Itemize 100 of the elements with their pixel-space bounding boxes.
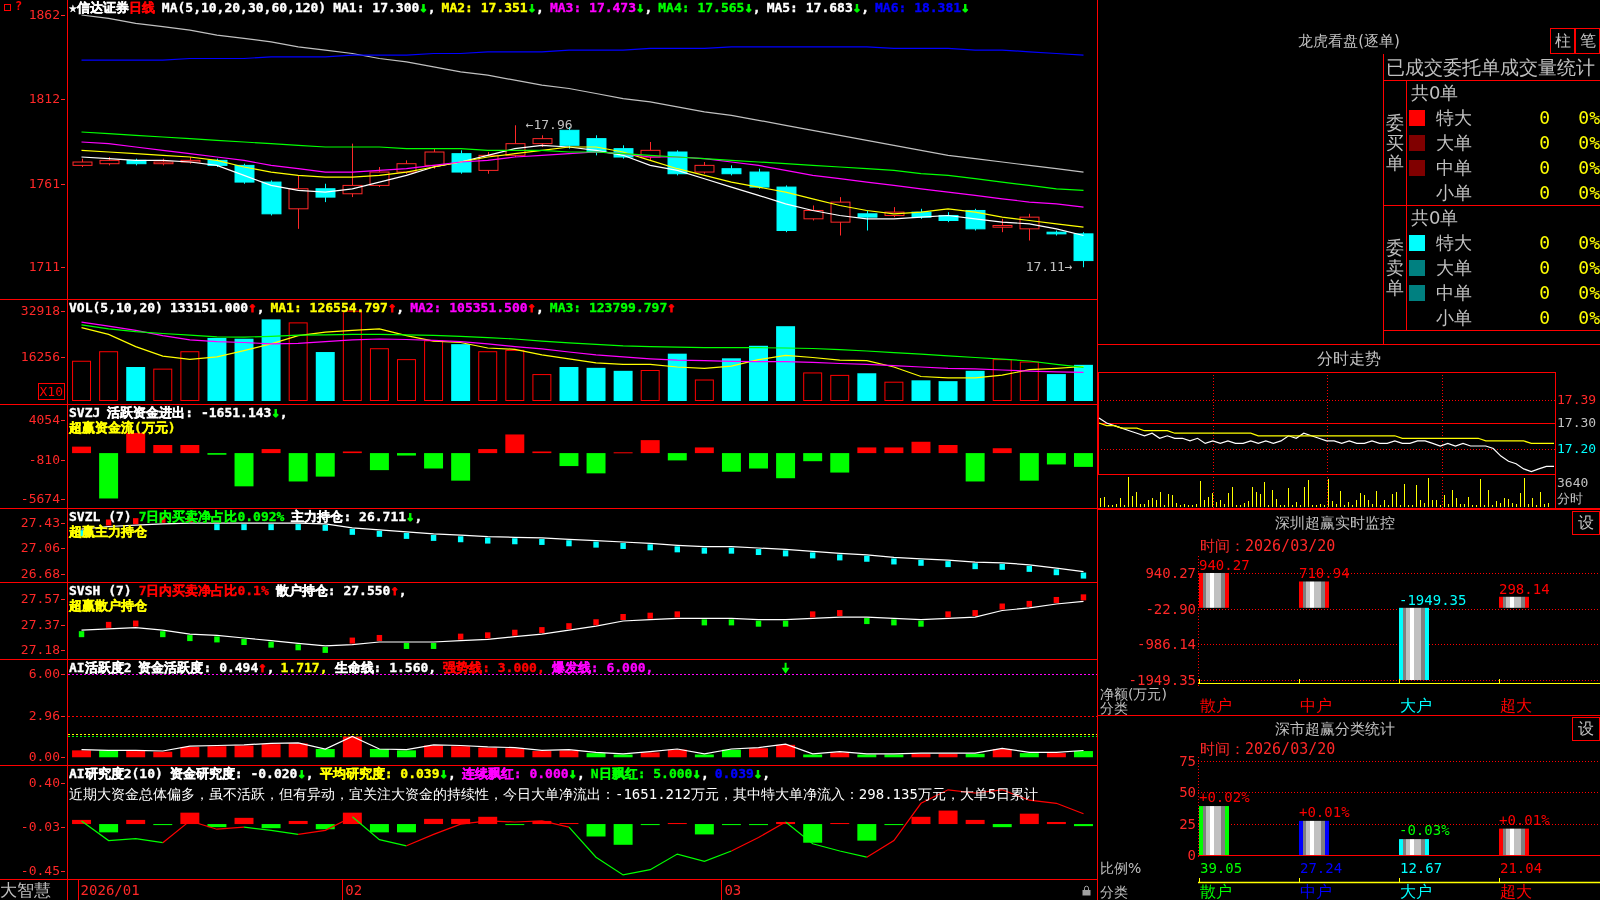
candlestick — [424, 148, 445, 170]
question-mark: ? — [15, 0, 23, 13]
trend-arrow: ↑ — [387, 300, 397, 315]
axis-label: -1949.35 — [1128, 673, 1196, 687]
trend-arrow: ↓ — [439, 766, 448, 781]
value-label: 12.67 — [1399, 859, 1444, 877]
comma-separator: , — [398, 583, 407, 598]
category-label: 散户 — [1199, 697, 1233, 715]
change-label: -0.03% — [1399, 822, 1450, 839]
indicator-label: MA3: 17.473 — [549, 0, 636, 15]
axis-label: 0.00 — [28, 749, 65, 766]
side-label: 委买单 — [1386, 113, 1404, 173]
candlestick — [830, 196, 851, 237]
unit-label: 分时 — [1557, 491, 1583, 507]
comma-separator: , — [256, 300, 265, 315]
value-label: 298.14 — [1499, 580, 1550, 597]
order-total: 共0单 — [1410, 206, 1460, 230]
trend-arrow: ↓ — [297, 766, 306, 781]
settings-button[interactable]: 设 — [1572, 511, 1600, 535]
timestamp-label: 时间：2026/03/20 — [1199, 741, 1337, 757]
candlestick — [207, 158, 228, 168]
comma-separator: , — [644, 0, 653, 15]
indicator-label: 生命线: 1.560, — [334, 660, 437, 675]
bar — [1199, 573, 1229, 608]
order-count: 0 — [1538, 132, 1550, 153]
category-label: 中户 — [1299, 697, 1333, 715]
indicator-label: 超赢散户持仓 — [69, 598, 147, 613]
app-name: 大智慧 — [0, 880, 52, 900]
candlestick — [288, 174, 309, 230]
change-label: +0.01% — [1499, 811, 1550, 828]
axis-title: 比例% — [1100, 861, 1143, 875]
candlestick — [1019, 213, 1040, 242]
candlestick — [126, 158, 147, 166]
axis-label: 27.43 — [20, 515, 65, 532]
axis-label: 940.27 — [1145, 566, 1196, 580]
lock-icon — [1082, 885, 1091, 896]
candlestick — [640, 141, 661, 161]
trend-arrow: ↑ — [667, 300, 676, 315]
comma-separator: , — [762, 766, 771, 781]
axis-label: 17.30 — [1557, 415, 1597, 431]
order-size-label: 大单 — [1436, 130, 1473, 155]
axis-label: 27.06 — [20, 540, 65, 556]
candlestick — [153, 158, 174, 166]
category-label: 大户 — [1399, 884, 1433, 900]
order-size-label: 小单 — [1436, 180, 1473, 205]
axis-label: 0 — [1187, 848, 1196, 862]
panel-title: 深圳超赢实时监控 — [1274, 513, 1396, 534]
candlestick — [613, 144, 634, 160]
indicator-label: 资金研究度: -0.020 — [169, 766, 298, 781]
trend-arrow: ↑ — [248, 300, 257, 315]
candlestick — [72, 158, 93, 168]
candlestick — [992, 218, 1013, 233]
change-label: +0.01% — [1299, 803, 1350, 820]
change-label: +0.02% — [1199, 789, 1250, 806]
comma-separator: , — [396, 300, 405, 315]
view-toggle-button[interactable]: 笔 — [1575, 28, 1600, 54]
category-label: 超大 — [1499, 884, 1533, 900]
order-count: 0 — [1538, 232, 1550, 253]
view-toggle-button[interactable]: 柱 — [1550, 28, 1575, 54]
candlestick — [261, 179, 282, 216]
comma-separator: , — [305, 766, 314, 781]
trend-arrow: ↓ — [406, 509, 415, 524]
indicator-label: AI活跃度2 — [69, 660, 132, 675]
order-size-label: 大单 — [1436, 255, 1473, 280]
axis-label: 75 — [1179, 754, 1196, 768]
comma-separator: , — [414, 509, 423, 524]
trend-arrow: ↑ — [390, 583, 399, 598]
trend-arrow: ↑ — [258, 660, 267, 675]
axis-label: 50 — [1179, 785, 1196, 800]
value-label: 39.05 — [1199, 859, 1244, 877]
order-count: 0 — [1538, 282, 1550, 303]
indicator-label: MA(5,10,20,30,60,120) — [161, 0, 327, 15]
comma-separator: , — [700, 766, 709, 781]
comma-separator: , — [427, 0, 436, 15]
comma-separator: , — [447, 766, 456, 781]
indicator-label: MA2: 17.351 — [441, 0, 528, 15]
order-size-label: 特大 — [1436, 105, 1473, 130]
comma-separator: , — [266, 660, 275, 675]
indicator-label: SVZL (7) — [69, 509, 132, 524]
category-label: 大户 — [1399, 697, 1433, 715]
axis-title: 分类 — [1100, 885, 1129, 899]
bar — [1299, 581, 1329, 608]
axis-label: -0.45 — [20, 862, 65, 879]
value-label: 710.94 — [1299, 565, 1350, 582]
candlestick — [396, 159, 417, 175]
order-count: 0 — [1538, 182, 1550, 203]
order-percent: 0% — [1577, 132, 1600, 153]
indicator-label: 133151.000 — [169, 300, 249, 315]
axis-label: 4054 — [28, 412, 65, 429]
settings-button[interactable]: 设 — [1572, 717, 1600, 741]
trend-arrow: ↓ — [271, 405, 280, 420]
indicator-label: ★信达证券 — [69, 0, 129, 15]
comma-separator: , — [279, 405, 288, 420]
indicator-label: 超赢资金流(万元) — [69, 420, 176, 435]
indicator-label: MA6: 18.381 — [875, 0, 962, 15]
candlestick — [938, 211, 959, 223]
axis-label: 3640 — [1557, 475, 1589, 491]
indicator-label: 主力持仓: 26.711 — [291, 509, 407, 524]
value-label: 27.24 — [1299, 859, 1344, 877]
indicator-label: MA1: 17.300 — [333, 0, 420, 15]
